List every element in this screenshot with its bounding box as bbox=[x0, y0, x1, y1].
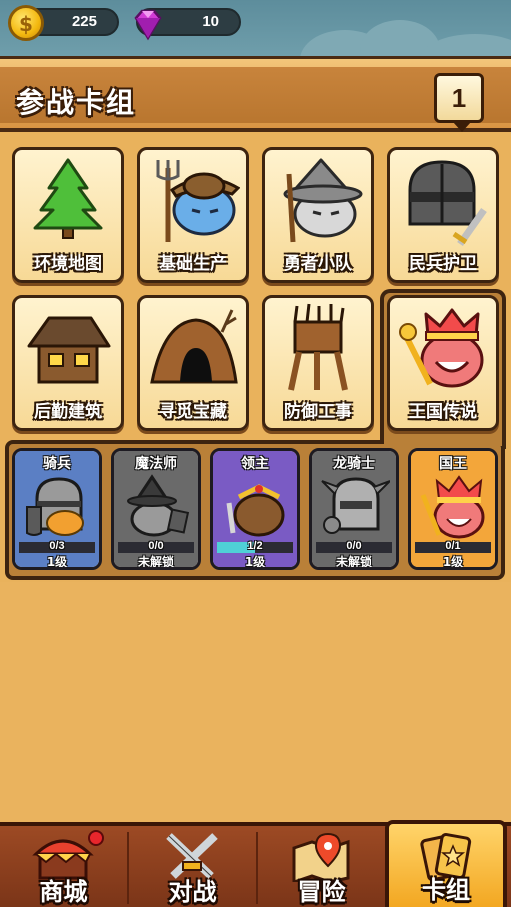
category-kingdom-legend[interactable]: 王国传说 bbox=[387, 295, 499, 431]
unit-level: 未解锁 bbox=[335, 555, 372, 569]
unit-name: 骑兵 bbox=[43, 456, 71, 472]
coin-symbol: $ bbox=[19, 12, 33, 36]
category-treasure-hunt[interactable]: 寻觅宝藏 bbox=[137, 295, 249, 431]
nav-label: 对战 bbox=[168, 878, 217, 906]
unit-name: 领主 bbox=[241, 456, 269, 472]
category-label: 寻觅宝藏 bbox=[159, 402, 227, 422]
knight-helmet-icon bbox=[408, 160, 487, 246]
tray-connector bbox=[384, 436, 502, 446]
unit-level: 1级 bbox=[442, 555, 464, 569]
unit-name: 国王 bbox=[439, 456, 467, 472]
nav-deck[interactable]: 卡组 bbox=[385, 820, 507, 907]
notification-badge bbox=[88, 830, 104, 846]
unit-progress-text: 1/2 bbox=[247, 540, 263, 552]
unit-progress-text: 0/0 bbox=[148, 540, 164, 552]
lord-icon bbox=[226, 484, 285, 537]
king-icon bbox=[399, 308, 484, 388]
category-hero-squad[interactable]: 勇者小队 bbox=[262, 147, 374, 283]
unit-card-dragon-knight[interactable]: 龙骑士 0/0 未解锁 bbox=[309, 448, 399, 570]
nav-label: 卡组 bbox=[422, 876, 470, 904]
category-label: 后勤建筑 bbox=[34, 402, 102, 422]
unit-progress-text: 0/3 bbox=[49, 540, 65, 552]
unit-progress-text: 0/1 bbox=[445, 540, 461, 552]
page-title: 参战卡组 bbox=[16, 86, 137, 119]
category-militia-guard[interactable]: 民兵护卫 bbox=[387, 147, 499, 283]
cavalry-knight-icon bbox=[26, 477, 84, 536]
unit-level: 未解锁 bbox=[137, 555, 174, 569]
king-icon bbox=[420, 475, 485, 539]
deck-number-badge[interactable]: 1 bbox=[434, 73, 484, 132]
nav-adventure[interactable]: 冒险 bbox=[258, 826, 385, 907]
unit-card-mage[interactable]: 魔法师 0/0 未解锁 bbox=[111, 448, 201, 570]
category-label: 勇者小队 bbox=[284, 254, 352, 274]
category-label: 基础生产 bbox=[159, 254, 227, 274]
page-header: 参战卡组 1 bbox=[0, 56, 511, 132]
wizard-hat-icon bbox=[283, 158, 363, 243]
category-label: 王国传说 bbox=[409, 402, 477, 422]
watchtower-icon bbox=[288, 303, 348, 391]
cave-icon bbox=[150, 309, 238, 384]
unit-name: 魔法师 bbox=[135, 456, 177, 472]
mage-icon bbox=[127, 474, 190, 537]
category-label: 防御工事 bbox=[284, 402, 352, 422]
category-fortifications[interactable]: 防御工事 bbox=[262, 295, 374, 431]
unit-card-king[interactable]: 国王 0/1 1级 bbox=[408, 448, 498, 570]
gem-amount: 10 bbox=[202, 13, 219, 30]
coin-icon: $ bbox=[8, 5, 44, 41]
nav-battle[interactable]: 对战 bbox=[129, 826, 256, 907]
currency-bar: 225 $ 10 bbox=[0, 0, 511, 56]
category-label: 环境地图 bbox=[34, 254, 102, 274]
farmer-pitchfork-icon bbox=[156, 160, 240, 242]
category-label: 民兵护卫 bbox=[409, 254, 477, 274]
unit-level: 1级 bbox=[244, 555, 266, 569]
gem-icon bbox=[134, 9, 162, 41]
house-icon bbox=[27, 316, 111, 384]
category-environment-map[interactable]: 环境地图 bbox=[12, 147, 124, 283]
nav-shop[interactable]: 商城 bbox=[0, 826, 127, 907]
nav-label: 冒险 bbox=[297, 878, 346, 906]
deck-empty-area bbox=[0, 582, 511, 822]
unit-level: 1级 bbox=[46, 555, 68, 569]
category-basic-production[interactable]: 基础生产 bbox=[137, 147, 249, 283]
unit-card-lord[interactable]: 领主 1/2 1级 bbox=[210, 448, 300, 570]
unit-progress-text: 0/0 bbox=[346, 540, 362, 552]
coin-amount: 225 bbox=[71, 13, 97, 30]
deck-number: 1 bbox=[451, 83, 467, 113]
nav-label: 商城 bbox=[39, 878, 88, 906]
category-logistics-building[interactable]: 后勤建筑 bbox=[12, 295, 124, 431]
dragon-knight-icon bbox=[321, 477, 390, 534]
unit-card-cavalry[interactable]: 骑兵 0/3 1级 bbox=[12, 448, 102, 570]
unit-name: 龙骑士 bbox=[333, 456, 375, 472]
bottom-nav: 商城 对战 冒险 卡组 bbox=[0, 820, 511, 907]
pine-tree-icon bbox=[33, 158, 103, 239]
